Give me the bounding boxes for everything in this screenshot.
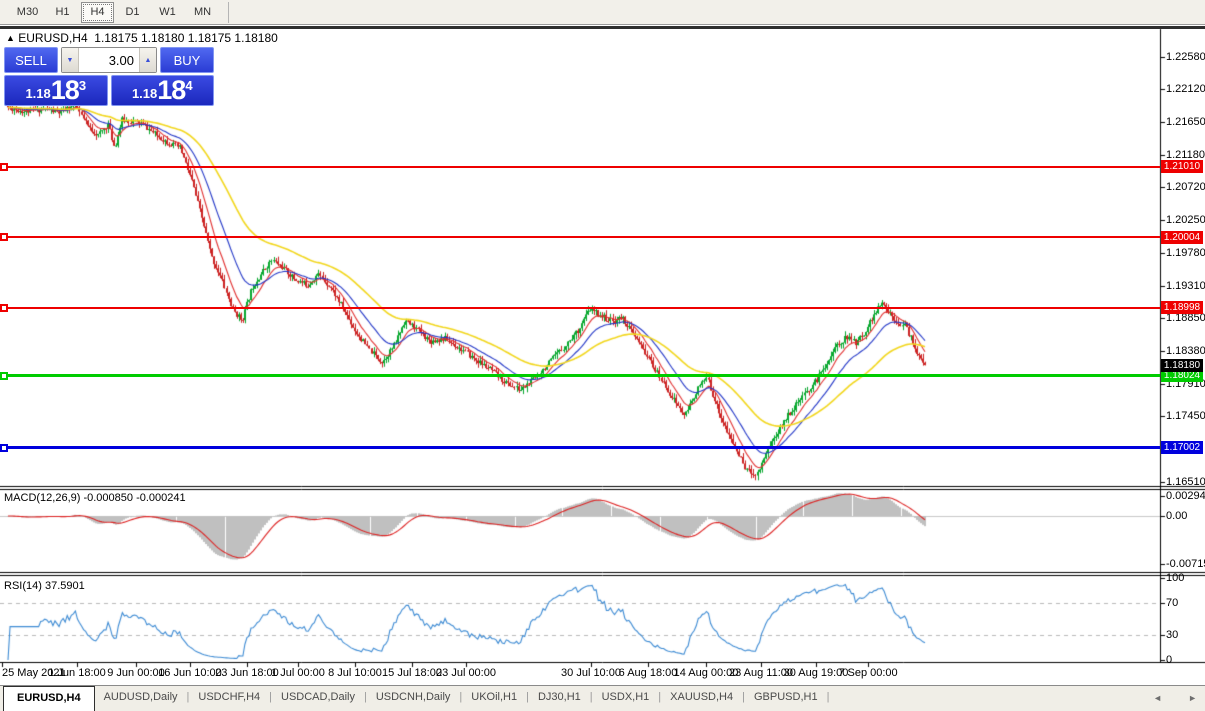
chart-symbol-label: EURUSD,H4 [18, 31, 87, 45]
tab-separator: | [827, 686, 830, 711]
buy-price-big: 18 [157, 77, 185, 104]
level-price-badge: 1.21010 [1161, 160, 1203, 173]
rsi-axis-label: 30 [1166, 629, 1178, 641]
one-click-trade-panel: SELL ▼ 3.00 ▲ BUY 1.18 18 3 1.18 18 4 [4, 47, 214, 106]
level-marker-icon[interactable] [0, 163, 8, 171]
symbol-arrow-icon: ▲ [6, 33, 15, 43]
price-tick-label: 1.20250 [1166, 214, 1205, 226]
rsi-axis-label: 100 [1166, 572, 1184, 584]
sell-price-small: 1.18 [25, 84, 50, 104]
date-label: 1 Jul 00:00 [271, 667, 325, 679]
tab-scroll-right-icon[interactable]: ► [1188, 693, 1197, 703]
price-tick-label: 1.22120 [1166, 83, 1205, 95]
horizontal-level-line[interactable] [0, 446, 1160, 449]
price-tick-label: 1.21650 [1166, 116, 1205, 128]
price-tick-label: 1.17450 [1166, 410, 1205, 422]
chart-ohlc-values: 1.18175 1.18180 1.18175 1.18180 [94, 31, 278, 45]
buy-price-display[interactable]: 1.18 18 4 [111, 75, 215, 106]
price-tick-label: 1.16510 [1166, 476, 1205, 488]
volume-input[interactable]: 3.00 [79, 48, 139, 72]
sell-price-pip: 3 [79, 79, 86, 92]
tab-scroll-buttons: ◄ ► [1153, 693, 1197, 703]
tab-scroll-left-icon[interactable]: ◄ [1153, 693, 1162, 703]
timeframe-button-h1[interactable]: H1 [46, 2, 79, 23]
volume-increase-icon[interactable]: ▲ [139, 48, 156, 72]
date-label: 1 Jun 18:00 [48, 667, 106, 679]
sell-button[interactable]: SELL [4, 47, 58, 73]
chart-tab-xauusd-h4[interactable]: XAUUSD,H4 [661, 686, 742, 711]
chart-tab-bar: EURUSD,H4AUDUSD,Daily|USDCHF,H4|USDCAD,D… [0, 685, 1205, 711]
date-label: 23 Jun 18:00 [215, 667, 279, 679]
date-label: 7 Sep 00:00 [838, 667, 897, 679]
timeframe-toolbar: M30H1H4D1W1MN [0, 0, 1205, 25]
sell-price-big: 18 [51, 77, 79, 104]
volume-stepper: ▼ 3.00 ▲ [61, 47, 157, 73]
level-price-badge: 1.18998 [1161, 301, 1203, 314]
macd-indicator-label: MACD(12,26,9) -0.000850 -0.000241 [4, 492, 186, 504]
chart-canvas[interactable] [0, 0, 1205, 711]
macd-axis-label: 0.00 [1166, 510, 1187, 522]
chart-tab-dj30-h1[interactable]: DJ30,H1 [529, 686, 590, 711]
horizontal-level-line[interactable] [0, 374, 1160, 377]
level-marker-icon[interactable] [0, 304, 8, 312]
current-price-badge: 1.18180 [1161, 359, 1203, 372]
level-price-badge: 1.20004 [1161, 231, 1203, 244]
date-label: 9 Jun 00:00 [107, 667, 165, 679]
price-tick-label: 1.18380 [1166, 345, 1205, 357]
level-price-badge: 1.17002 [1161, 441, 1203, 454]
date-label: 30 Jul 10:00 [561, 667, 621, 679]
buy-price-small: 1.18 [132, 84, 157, 104]
volume-decrease-icon[interactable]: ▼ [62, 48, 79, 72]
chart-tab-usdchf-h4[interactable]: USDCHF,H4 [189, 686, 269, 711]
chart-title: ▲ EURUSD,H4 1.18175 1.18180 1.18175 1.18… [6, 31, 278, 45]
horizontal-level-line[interactable] [0, 307, 1160, 309]
price-tick-label: 1.19310 [1166, 280, 1205, 292]
price-tick-label: 1.19780 [1166, 247, 1205, 259]
timeframe-button-d1[interactable]: D1 [116, 2, 149, 23]
level-marker-icon[interactable] [0, 372, 8, 380]
timeframe-button-h4[interactable]: H4 [81, 2, 114, 23]
price-tick-label: 1.21180 [1166, 149, 1205, 161]
date-label: 8 Jul 10:00 [328, 667, 382, 679]
timeframe-button-m30[interactable]: M30 [11, 2, 44, 23]
date-label: 6 Aug 18:00 [619, 667, 678, 679]
macd-axis-label: 0.002947 [1166, 490, 1205, 502]
rsi-axis-label: 70 [1166, 597, 1178, 609]
chart-tab-usdx-h1[interactable]: USDX,H1 [593, 686, 659, 711]
price-tick-label: 1.22580 [1166, 51, 1205, 63]
horizontal-level-line[interactable] [0, 236, 1160, 238]
date-label: 23 Jul 00:00 [436, 667, 496, 679]
date-label: 15 Jul 18:00 [382, 667, 442, 679]
chart-tab-ukoil-h1[interactable]: UKOil,H1 [462, 686, 526, 711]
window-splitter[interactable] [0, 26, 1205, 29]
chart-tab-audusd-daily[interactable]: AUDUSD,Daily [95, 686, 187, 711]
date-label: 16 Jun 10:00 [158, 667, 222, 679]
buy-price-pip: 4 [185, 79, 192, 92]
horizontal-level-line[interactable] [0, 166, 1160, 168]
macd-axis-label: -0.007151 [1166, 558, 1205, 570]
chart-tab-eurusd-h4[interactable]: EURUSD,H4 [3, 686, 95, 711]
chart-tab-gbpusd-h1[interactable]: GBPUSD,H1 [745, 686, 827, 711]
sell-price-display[interactable]: 1.18 18 3 [4, 75, 108, 106]
price-tick-label: 1.20720 [1166, 181, 1205, 193]
rsi-indicator-label: RSI(14) 37.5901 [4, 580, 85, 592]
timeframe-button-w1[interactable]: W1 [151, 2, 184, 23]
timeframe-button-mn[interactable]: MN [186, 2, 219, 23]
toolbar-separator [228, 2, 229, 23]
chart-tab-usdcnh-daily[interactable]: USDCNH,Daily [367, 686, 460, 711]
level-marker-icon[interactable] [0, 233, 8, 241]
level-marker-icon[interactable] [0, 444, 8, 452]
chart-tab-usdcad-daily[interactable]: USDCAD,Daily [272, 686, 364, 711]
rsi-axis-label: 0 [1166, 654, 1172, 666]
buy-button[interactable]: BUY [160, 47, 214, 73]
